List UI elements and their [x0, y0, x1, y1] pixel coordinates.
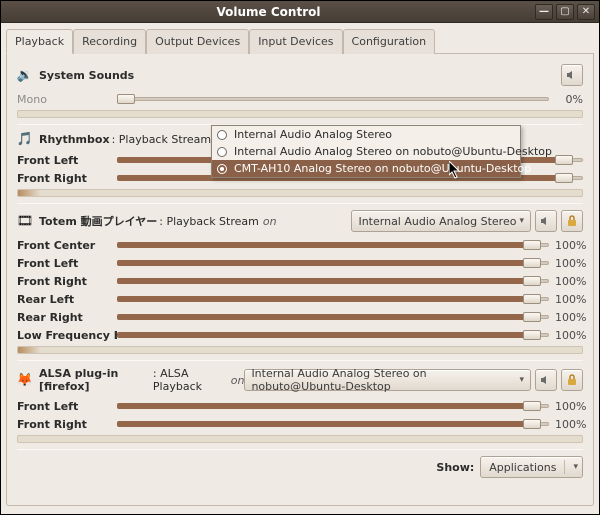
volume-slider[interactable]	[117, 310, 549, 324]
firefox-icon: 🦊	[17, 372, 33, 388]
volume-slider[interactable]	[117, 238, 549, 252]
show-filter-combo[interactable]: Applications ▾	[480, 456, 583, 478]
volume-slider[interactable]	[117, 256, 549, 270]
channel-label: Front Left	[17, 400, 117, 413]
channel-label: Rear Right	[17, 311, 117, 324]
vu-meter	[17, 346, 583, 354]
channel-label: Front Right	[17, 275, 117, 288]
device-select-button[interactable]: Internal Audio Analog Stereo ▾	[351, 210, 531, 232]
mute-button[interactable]	[561, 64, 583, 86]
volume-percent: 0%	[549, 93, 583, 106]
stream-subtitle: : Playback Stream	[112, 133, 212, 146]
tab-playback[interactable]: Playback	[6, 29, 73, 54]
channel-label-mono: Mono	[17, 93, 117, 106]
tab-configuration[interactable]: Configuration	[343, 29, 436, 54]
volume-slider[interactable]	[117, 417, 549, 431]
device-menu-item[interactable]: Internal Audio Analog Stereo on nobuto@U…	[212, 143, 520, 160]
speaker-icon: 🔉	[17, 67, 33, 83]
lock-channels-button[interactable]	[561, 210, 583, 232]
channel-label: Front Right	[17, 418, 117, 431]
totem-icon: 🎞	[17, 213, 33, 229]
tab-page-playback: 🔉 System Sounds Mono 0%	[6, 54, 594, 506]
channel-label: Front Left	[17, 154, 117, 167]
stream-app-name: ALSA plug-in [firefox]	[39, 367, 151, 393]
volume-slider[interactable]	[117, 274, 549, 288]
volume-percent: 100%	[549, 329, 583, 342]
device-select-button[interactable]: Internal Audio Analog Stereo on nobuto@U…	[244, 369, 531, 391]
chevron-down-icon: ▾	[519, 216, 524, 226]
volume-slider[interactable]	[117, 292, 549, 306]
volume-percent: 100%	[549, 311, 583, 324]
tab-strip: Playback Recording Output Devices Input …	[6, 28, 594, 54]
vu-meter	[17, 435, 583, 443]
mute-button[interactable]	[535, 369, 557, 391]
mute-button[interactable]	[535, 210, 557, 232]
stream-rhythmbox: 🎵 Rhythmbox : Playback Stream on Front L…	[17, 131, 583, 197]
stream-totem: 🎞 Totem 動画プレイヤー : Playback Stream on Int…	[17, 210, 583, 354]
volume-percent: 100%	[549, 293, 583, 306]
channel-label: Low Frequency Em	[17, 329, 117, 342]
stream-app-name: Totem 動画プレイヤー	[39, 213, 157, 229]
device-menu-item-selected[interactable]: CMT-AH10 Analog Stereo on nobuto@Ubuntu-…	[212, 160, 520, 177]
chevron-down-icon: ▾	[573, 462, 578, 472]
footer: Show: Applications ▾	[17, 456, 583, 478]
stream-app-name: Rhythmbox	[39, 133, 110, 146]
volume-percent: 100%	[549, 239, 583, 252]
tab-output-devices[interactable]: Output Devices	[146, 29, 249, 54]
channel-label: Front Center	[17, 239, 117, 252]
volume-percent: 100%	[549, 257, 583, 270]
device-dropdown-menu[interactable]: Internal Audio Analog Stereo Internal Au…	[211, 125, 521, 178]
vu-meter	[17, 189, 583, 197]
channel-label: Front Left	[17, 257, 117, 270]
volume-slider[interactable]	[117, 328, 549, 342]
show-label: Show:	[436, 461, 474, 474]
minimize-button[interactable]: —	[535, 4, 553, 20]
vu-meter	[17, 110, 583, 118]
rhythmbox-icon: 🎵	[17, 131, 33, 147]
stream-subtitle: : Playback Stream	[159, 215, 259, 228]
stream-on-label: on	[263, 215, 277, 228]
channel-label: Front Right	[17, 172, 117, 185]
lock-channels-button[interactable]	[561, 369, 583, 391]
device-menu-item[interactable]: Internal Audio Analog Stereo	[212, 126, 520, 143]
tab-recording[interactable]: Recording	[73, 29, 146, 54]
channel-label: Rear Left	[17, 293, 117, 306]
stream-title: System Sounds	[39, 69, 134, 82]
volume-slider-mono[interactable]	[117, 92, 549, 106]
stream-on-label: on	[231, 374, 245, 387]
volume-percent: 100%	[549, 400, 583, 413]
stream-system-sounds: 🔉 System Sounds Mono 0%	[17, 64, 583, 118]
window-title: Volume Control	[5, 5, 532, 19]
volume-slider[interactable]	[117, 399, 549, 413]
tab-input-devices[interactable]: Input Devices	[249, 29, 342, 54]
chevron-down-icon: ▾	[519, 375, 524, 385]
titlebar[interactable]: Volume Control — ▢ ✕	[1, 1, 599, 23]
stream-alsa-firefox: 🦊 ALSA plug-in [firefox] : ALSA Playback…	[17, 367, 583, 443]
close-button[interactable]: ✕	[577, 4, 595, 20]
volume-percent: 100%	[549, 418, 583, 431]
maximize-button[interactable]: ▢	[556, 4, 574, 20]
stream-subtitle: : ALSA Playback	[153, 367, 227, 393]
volume-percent: 100%	[549, 275, 583, 288]
